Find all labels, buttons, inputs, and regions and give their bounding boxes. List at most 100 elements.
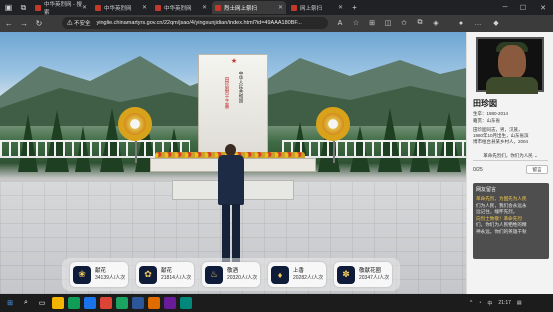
- url-text: yinglie.chinamartyrs.gov.cn/22qm/jsao/4/…: [96, 20, 302, 26]
- url-field[interactable]: ⚠ 不安全 yinglie.chinamartyrs.gov.cn/22qm/j…: [62, 17, 328, 29]
- browser-tab-active[interactable]: 烈士网上祭扫 ✕: [212, 1, 286, 14]
- tab-strip: ▣ ⧉ 中华英烈网 - 搜索 ✕ 中华英烈网 ✕ 中华英烈网 ✕ 烈士网上祭扫 …: [0, 0, 553, 16]
- flower-icon: ❀: [73, 265, 91, 284]
- action-label: 上香: [293, 267, 305, 274]
- site-favicon-icon: [35, 4, 41, 11]
- file-explorer-icon[interactable]: [52, 297, 64, 309]
- windows-start-icon[interactable]: ⊞: [4, 297, 16, 309]
- favorite-star-icon[interactable]: ☆: [350, 17, 362, 29]
- action-count: 20282人/人次: [293, 274, 324, 281]
- app-icon-red[interactable]: [100, 297, 112, 309]
- edge-browser-icon[interactable]: [84, 297, 96, 309]
- right-wreath: [316, 107, 350, 163]
- message-board-title: 网友留言: [476, 187, 497, 193]
- profile-icon[interactable]: ●: [455, 17, 467, 29]
- martyr-info-panel: 田珍囡 生卒：1980-2014 籍贯：山东省 田珍囡同志，男，汉族， 1980…: [466, 32, 553, 294]
- browser-tab-1[interactable]: 中华英烈网 - 搜索 ✕: [32, 1, 90, 16]
- action-label: 敬献花圈: [359, 267, 382, 274]
- tab-label: 中华英烈网 - 搜索: [44, 1, 82, 16]
- close-window-icon[interactable]: ✕: [535, 0, 551, 15]
- action-button-2[interactable]: ✿ 献花 21814人/人次: [136, 262, 194, 287]
- monument-inscription-red: 田珍囡烈士之墓: [225, 77, 230, 109]
- address-bar: ← → ↻ ⚠ 不安全 yinglie.chinamartyrs.gov.cn/…: [0, 15, 553, 32]
- close-tab-icon[interactable]: ✕: [202, 4, 207, 11]
- tab-label: 网上祭扫: [300, 5, 323, 12]
- action-button-3[interactable]: ♨ 敬酒 20320人/人次: [202, 262, 260, 287]
- close-tab-icon[interactable]: ✕: [338, 4, 343, 11]
- search-icon[interactable]: ⌕: [20, 297, 32, 309]
- action-label: 献花: [95, 267, 107, 274]
- martyr-bio-line: 博市桓台县某乡村人，2004: [473, 139, 529, 144]
- clock[interactable]: 21:17: [498, 300, 511, 306]
- forward-icon[interactable]: →: [18, 18, 30, 30]
- right-railing: [282, 140, 466, 158]
- network-icon[interactable]: ◔: [478, 300, 481, 306]
- collections-icon[interactable]: ⧉: [414, 17, 426, 29]
- memorial-scene: ★ 中华人民共和国 田珍囡烈士之墓 ❀ 献花 34139人/人次 ✿ 献花 21…: [0, 32, 466, 294]
- tray-up-arrow-icon[interactable]: ^: [470, 300, 472, 306]
- split-screen-icon[interactable]: ◫: [382, 17, 394, 29]
- browser-tab-5[interactable]: 网上祭扫 ✕: [288, 1, 346, 14]
- back-icon[interactable]: ←: [3, 18, 15, 30]
- left-wreath: [118, 107, 152, 163]
- read-aloud-icon[interactable]: A: [334, 17, 346, 29]
- action-button-4[interactable]: ♦ 上香 20282人/人次: [268, 262, 326, 287]
- martyr-name: 田珍囡: [473, 99, 497, 108]
- tribute-action-bar: ❀ 献花 34139人/人次 ✿ 献花 21814人/人次 ♨ 敬酒 20320…: [62, 258, 400, 291]
- app-icon-orange[interactable]: [148, 297, 160, 309]
- message-line: 神永远，你们的英雄千秋: [476, 228, 527, 234]
- reload-icon[interactable]: ↻: [33, 18, 45, 30]
- wechat-icon[interactable]: [68, 297, 80, 309]
- action-button-1[interactable]: ❀ 献花 34139人/人次: [70, 262, 128, 287]
- app-icon-teal[interactable]: [180, 297, 192, 309]
- page-content: ★ 中华人民共和国 田珍囡烈士之墓 ❀ 献花 34139人/人次 ✿ 献花 21…: [0, 32, 553, 294]
- task-view-icon[interactable]: ▭: [36, 297, 48, 309]
- message-template-select[interactable]: 革命先烈们，你们为人民 ⌄: [473, 152, 548, 161]
- security-warning[interactable]: ⚠ 不安全: [67, 19, 91, 27]
- incense-icon: ♦: [271, 265, 289, 284]
- tab-label: 烈士网上祭扫: [224, 5, 258, 12]
- copilot-icon[interactable]: ◆: [490, 17, 502, 29]
- martyr-life-dates: 生卒：1980-2014: [473, 111, 509, 116]
- close-tab-icon[interactable]: ✕: [82, 4, 87, 11]
- leave-message-button[interactable]: 留言: [526, 165, 548, 174]
- input-language[interactable]: 中: [487, 300, 492, 307]
- app-icon-purple[interactable]: [164, 297, 176, 309]
- app-icon-green[interactable]: [116, 297, 128, 309]
- site-favicon-icon: [95, 4, 101, 11]
- message-board: 网友留言 革命先烈，为国先为人民 们为人民，我们会永远永 远记住，缅怀先烈。 向…: [473, 183, 549, 259]
- new-tab-button[interactable]: +: [348, 1, 361, 14]
- site-favicon-icon: [291, 4, 297, 11]
- tab-label: 中华英烈网: [164, 5, 192, 12]
- word-icon[interactable]: [132, 297, 144, 309]
- wreath-icon: ✽: [337, 265, 355, 284]
- memorial-monument: ★ 中华人民共和国 田珍囡烈士之墓: [198, 54, 268, 158]
- workspace-icon[interactable]: ▣: [2, 1, 15, 14]
- site-favicon-icon: [215, 4, 221, 11]
- bouquet-icon: ✿: [139, 265, 157, 284]
- more-menu-icon[interactable]: …: [472, 17, 484, 29]
- minimize-icon[interactable]: ─: [497, 0, 513, 15]
- browser-tab-2[interactable]: 中华英烈网 ✕: [92, 1, 150, 14]
- system-tray: ^ ◔ 中 21:17 ▤: [470, 294, 522, 312]
- close-tab-icon[interactable]: ✕: [278, 4, 283, 11]
- monument-inscription-black: 中华人民共和国: [239, 71, 244, 103]
- favorites-icon[interactable]: ✩: [398, 17, 410, 29]
- extensions-icon[interactable]: ⊞: [366, 17, 378, 29]
- message-char-count: 0/25: [473, 167, 483, 173]
- wine-icon: ♨: [205, 265, 223, 284]
- martyr-origin: 籍贯：山东省: [473, 118, 500, 123]
- tab-actions-icon[interactable]: ⧉: [17, 1, 30, 14]
- notification-icon[interactable]: ▤: [517, 300, 522, 306]
- action-button-5[interactable]: ✽ 敬献花圈 20347人/人次: [334, 262, 392, 287]
- shield-icon[interactable]: ◈: [430, 17, 442, 29]
- red-star-icon: ★: [230, 58, 238, 65]
- martyr-portrait: [476, 37, 544, 94]
- maximize-icon[interactable]: ☐: [515, 0, 531, 15]
- site-favicon-icon: [155, 4, 161, 11]
- action-label: 献花: [161, 267, 173, 274]
- browser-tab-3[interactable]: 中华英烈网 ✕: [152, 1, 210, 14]
- close-tab-icon[interactable]: ✕: [142, 4, 147, 11]
- action-count: 34139人/人次: [95, 274, 126, 281]
- action-count: 21814人/人次: [161, 274, 192, 281]
